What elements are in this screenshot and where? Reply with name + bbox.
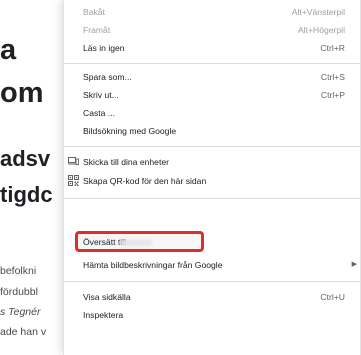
- menu-item-send-to-devices[interactable]: Skicka till dina enheter: [64, 153, 360, 173]
- menu-item-back[interactable]: Bakåt Alt+Vänsterpil: [64, 3, 360, 23]
- page-heading-line-1: a: [0, 34, 17, 66]
- submenu-arrow-icon: ▶: [351, 261, 357, 268]
- menu-item-label: Visa sidkälla: [83, 292, 131, 302]
- menu-item-image-search-google[interactable]: Bildsökning med Google: [64, 122, 360, 142]
- menu-item-label: Läs in igen: [83, 43, 125, 53]
- devices-icon: [68, 156, 80, 167]
- menu-item-shortcut: Alt+Högerpil: [297, 25, 345, 35]
- menu-separator: [64, 146, 360, 147]
- blurred-language-name: [120, 240, 152, 246]
- menu-item-shortcut: Ctrl+U: [320, 292, 345, 302]
- menu-item-view-source[interactable]: Visa sidkälla Ctrl+U: [64, 288, 360, 308]
- menu-item-reload[interactable]: Läs in igen Ctrl+R: [64, 39, 360, 59]
- menu-item-label: Inspektera: [83, 310, 124, 320]
- menu-item-create-qr-code[interactable]: Skapa QR-kod för den här sidan: [64, 172, 360, 192]
- menu-item-label: Casta ...: [83, 108, 115, 118]
- menu-item-save-as[interactable]: Spara som... Ctrl+S: [64, 68, 360, 88]
- page-body-text: s Tegnér: [0, 306, 41, 318]
- page-heading-line-2: om: [0, 77, 44, 109]
- menu-separator: [64, 281, 360, 282]
- menu-separator: [64, 63, 360, 64]
- menu-item-shortcut: Alt+Vänsterpil: [291, 7, 345, 17]
- qr-code-icon: [68, 175, 79, 186]
- menu-item-label: Bakåt: [83, 7, 105, 17]
- page-subheading-line-2: tigdc: [0, 182, 53, 207]
- menu-item-shortcut: Ctrl+R: [320, 43, 345, 53]
- menu-item-label: Spara som...: [83, 72, 132, 82]
- menu-item-shortcut: Ctrl+P: [320, 90, 345, 100]
- menu-item-inspect[interactable]: Inspektera: [64, 306, 360, 326]
- menu-separator: [64, 198, 360, 199]
- context-menu: Bakåt Alt+Vänsterpil Framåt Alt+Högerpil…: [63, 0, 361, 355]
- page-body-text: ade han v: [0, 326, 47, 338]
- page-subheading-line-1: adsv: [0, 146, 51, 171]
- menu-item-translate[interactable]: Översätt till: [64, 233, 360, 253]
- page-body-text: befolkni: [0, 265, 37, 277]
- menu-item-shortcut: Ctrl+S: [320, 72, 345, 82]
- menu-item-label: Framåt: [83, 25, 111, 35]
- menu-item-label: Skriv ut...: [83, 90, 119, 100]
- menu-item-label: Bildsökning med Google: [83, 126, 177, 136]
- menu-item-forward[interactable]: Framåt Alt+Högerpil: [64, 21, 360, 41]
- page-body-text: fördubbl: [0, 286, 38, 298]
- menu-item-cast[interactable]: Casta ...: [64, 104, 360, 124]
- menu-item-label: Skicka till dina enheter: [83, 157, 169, 167]
- menu-item-image-descriptions[interactable]: Hämta bildbeskrivningar från Google ▶: [64, 256, 360, 276]
- menu-item-label: Hämta bildbeskrivningar från Google: [83, 260, 223, 270]
- menu-item-label: Skapa QR-kod för den här sidan: [83, 176, 207, 186]
- menu-item-print[interactable]: Skriv ut... Ctrl+P: [64, 86, 360, 106]
